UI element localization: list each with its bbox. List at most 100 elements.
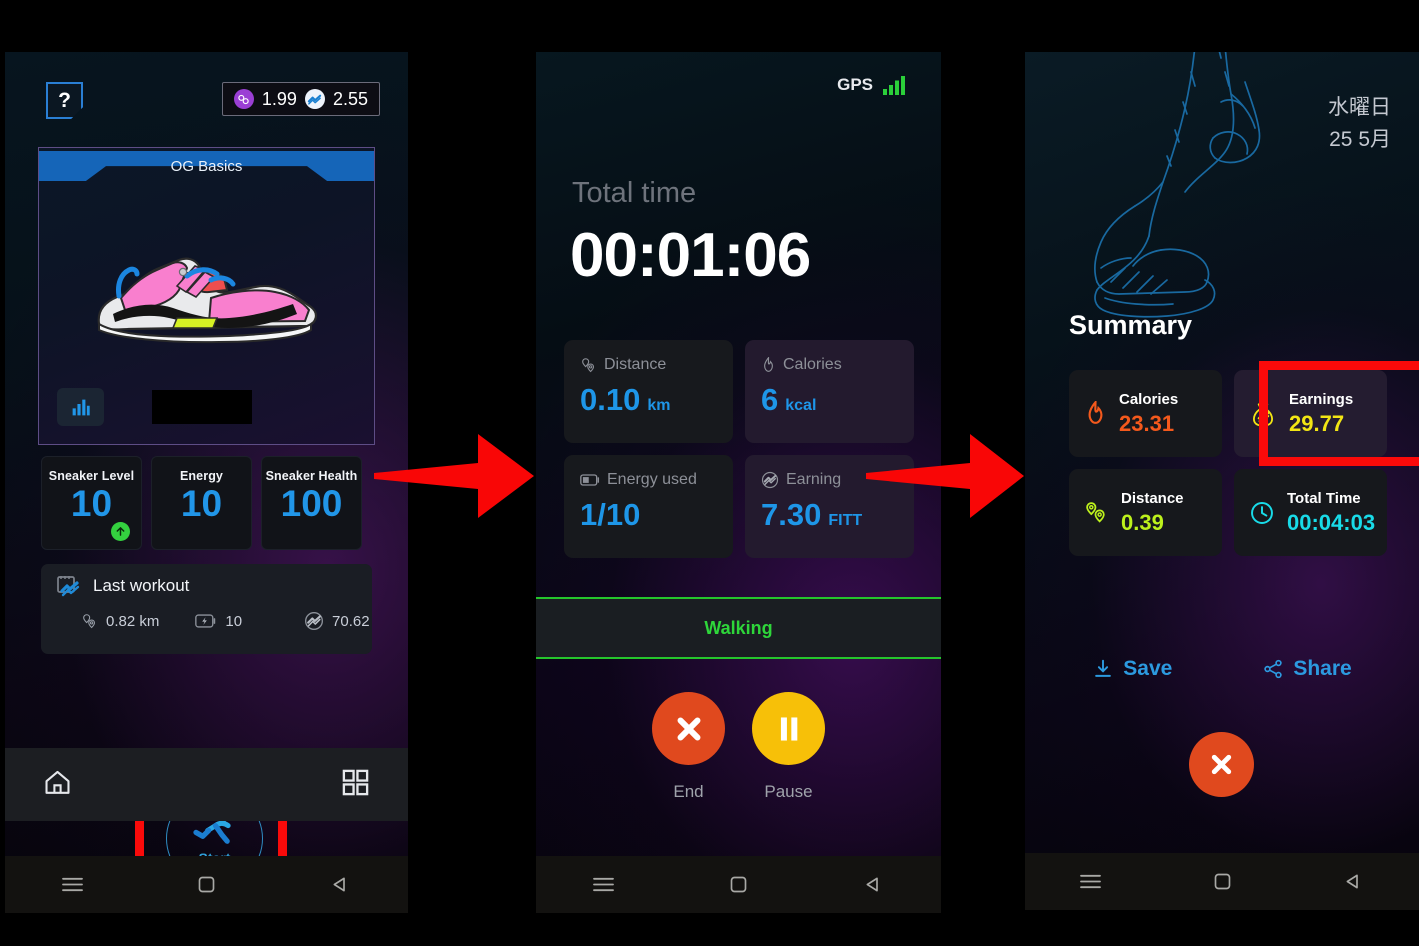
square-home-icon: [730, 876, 747, 893]
running-legs-illustration: [1094, 52, 1261, 318]
bottom-app-nav: [5, 748, 408, 821]
save-button[interactable]: Save: [1092, 657, 1172, 681]
panel1-topbar: ? 1.99 2.55: [5, 52, 408, 130]
android-menu-button[interactable]: [1025, 872, 1156, 891]
workout-controls: End Pause: [536, 692, 941, 802]
gps-status: GPS: [837, 74, 908, 96]
fitt-balance: 2.55: [332, 88, 368, 109]
square-home-icon: [1214, 873, 1230, 890]
metric-value: 6: [761, 382, 779, 417]
workout-metric-grid: Distance 0.10 km Calories 6 kcal Energy …: [564, 340, 914, 558]
summary-value: 00:04:03: [1287, 509, 1376, 535]
metric-label: Energy used: [607, 471, 697, 488]
flow-arrow-2: [866, 430, 1026, 522]
square-home-icon: [198, 876, 215, 893]
total-time-value: 00:01:06: [570, 221, 811, 290]
metric-value: 1/10: [580, 497, 641, 532]
android-system-nav: [5, 856, 408, 913]
summary-label: Distance: [1121, 489, 1184, 507]
page-title: Summary: [1069, 310, 1193, 340]
metric-card-calories[interactable]: Calories 6 kcal: [745, 340, 914, 443]
share-button[interactable]: Share: [1262, 657, 1352, 681]
money-bag-icon: [1253, 402, 1273, 427]
android-menu-button[interactable]: [536, 875, 671, 894]
metric-unit: kcal: [785, 397, 817, 414]
last-workout-title: Last workout: [93, 576, 190, 595]
stat-value: 100: [280, 483, 343, 524]
app-logo-icon[interactable]: ?: [46, 82, 83, 119]
close-summary-button[interactable]: [1189, 732, 1254, 797]
close-x-icon: [677, 717, 700, 740]
stat-value: 10: [180, 483, 223, 524]
bar-chart-icon: [72, 399, 90, 415]
fitt-coin-icon: [304, 89, 325, 109]
back-triangle-icon: [1346, 874, 1358, 889]
stat-sneaker-health[interactable]: Sneaker Health 100: [261, 456, 362, 550]
summary-value: 0.39: [1121, 509, 1164, 535]
end-workout-control[interactable]: End: [652, 692, 725, 802]
nav-home-button[interactable]: [41, 767, 74, 803]
last-workout-energy: 10: [225, 612, 243, 630]
android-menu-button[interactable]: [5, 875, 139, 894]
metric-unit: km: [647, 397, 671, 414]
android-system-nav: [1025, 853, 1419, 910]
up-arrow-icon[interactable]: [111, 522, 130, 541]
android-system-nav: [536, 856, 941, 913]
location-pin-icon: [1086, 502, 1105, 523]
pause-workout-control[interactable]: Pause: [752, 692, 825, 802]
summary-card-earnings[interactable]: Earnings 29.77: [1234, 370, 1387, 457]
nav-apps-button[interactable]: [339, 767, 372, 803]
android-home-button[interactable]: [671, 874, 806, 895]
android-back-button[interactable]: [806, 874, 941, 895]
activity-mode-label: Walking: [704, 617, 773, 638]
metric-value: 7.30: [761, 497, 822, 532]
sneaker-card[interactable]: OG Basics: [38, 147, 375, 445]
metric-card-energy-used[interactable]: Energy used 1/10: [564, 455, 733, 558]
date-weekday: 水曜日: [1328, 96, 1391, 119]
summary-card-calories[interactable]: Calories 23.31: [1069, 370, 1222, 457]
pause-icon: [780, 716, 797, 741]
metric-card-distance[interactable]: Distance 0.10 km: [564, 340, 733, 443]
screenshot-root: ? 1.99 2.55 OG Basics Sneaker Level 10 E…: [0, 0, 1419, 946]
metric-label: Earning: [786, 471, 842, 488]
stat-label: Sneaker Level: [48, 469, 135, 483]
stat-energy[interactable]: Energy 10: [151, 456, 252, 550]
close-x-icon: [1211, 754, 1232, 775]
phone-panel-home: ? 1.99 2.55 OG Basics Sneaker Level 10 E…: [5, 52, 408, 913]
summary-card-total-time[interactable]: Total Time 00:04:03: [1234, 469, 1387, 556]
summary-metric-grid: Calories 23.31 Earnings 29.77 Distance 0…: [1069, 361, 1419, 556]
location-pin-icon: [582, 357, 595, 372]
summary-value: 29.77: [1289, 410, 1345, 436]
grid-apps-icon: [342, 769, 369, 795]
fitt-token-icon: [305, 612, 324, 630]
last-workout-card[interactable]: Last workout 0.82 km 10 70.62: [41, 564, 372, 654]
pause-label: Pause: [764, 782, 813, 801]
gst-balance: 1.99: [261, 88, 297, 109]
metric-unit: FITT: [828, 512, 863, 529]
flame-icon: [1088, 400, 1103, 424]
battery-bolt-icon: [195, 614, 216, 628]
menu-icon: [1080, 874, 1102, 889]
summary-label: Earnings: [1289, 390, 1354, 408]
android-back-button[interactable]: [274, 874, 408, 895]
stat-label: Sneaker Health: [265, 469, 358, 483]
download-icon: [1095, 659, 1112, 677]
wallet-balances[interactable]: 1.99 2.55: [221, 82, 380, 116]
sneaker-image: [97, 257, 317, 344]
back-triangle-icon: [333, 877, 346, 892]
clock-icon: [1251, 501, 1273, 524]
activity-mode-bar[interactable]: Walking: [536, 597, 941, 659]
android-home-button[interactable]: [139, 874, 273, 895]
summary-label: Calories: [1119, 390, 1179, 408]
summary-actions: Save Share: [1025, 657, 1419, 681]
android-back-button[interactable]: [1288, 871, 1419, 892]
stat-sneaker-level[interactable]: Sneaker Level 10: [41, 456, 142, 550]
save-label: Save: [1123, 657, 1173, 680]
gst-coin-icon: [233, 89, 254, 109]
redacted-box: [152, 390, 252, 424]
sneaker-stats-button[interactable]: [57, 388, 104, 426]
stat-label: Energy: [180, 469, 223, 483]
last-workout-earning: 70.62: [332, 612, 370, 630]
android-home-button[interactable]: [1156, 871, 1287, 892]
summary-card-distance[interactable]: Distance 0.39: [1069, 469, 1222, 556]
